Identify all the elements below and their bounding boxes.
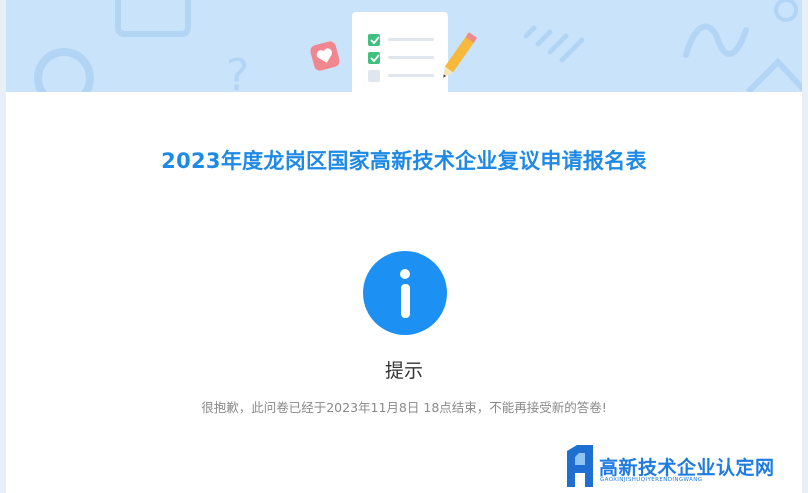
question-mark-icon: ? [226, 50, 249, 92]
checklist-icon [352, 12, 448, 92]
heart-badge-icon [310, 41, 340, 71]
site-watermark-logo: 高新技术企业认定网 GAOXINJISHUQIYERENDINGWANG [563, 443, 803, 491]
info-icon-bar [400, 284, 410, 318]
watermark-text: 高新技术企业认定网 [599, 457, 775, 479]
triangle-shape-icon [745, 57, 802, 92]
square-shape-icon [115, 0, 191, 37]
info-icon-dot [400, 269, 410, 279]
survey-card: ? 2023年度龙岗区国家高新技术企业复议申请报名表 提示 很抱歉，此问卷已经于… [6, 0, 802, 493]
watermark-subtext: GAOXINJISHUQIYERENDINGWANG [600, 477, 703, 483]
banner-decoration: ? [34, 0, 802, 92]
ring-shape-icon [34, 48, 94, 92]
wave-icon [683, 23, 749, 58]
logo-a-icon [567, 445, 593, 487]
survey-title: 2023年度龙岗区国家高新技术企业复议申请报名表 [161, 149, 647, 173]
small-ring-icon [774, 0, 798, 22]
notice-message: 很抱歉，此问卷已经于2023年11月8日 18点结束，不能再接受新的答卷! [201, 400, 607, 415]
stripes-icon [523, 25, 585, 63]
header-banner: ? [6, 0, 802, 92]
info-icon [363, 251, 447, 335]
notice-heading: 提示 [384, 360, 423, 382]
